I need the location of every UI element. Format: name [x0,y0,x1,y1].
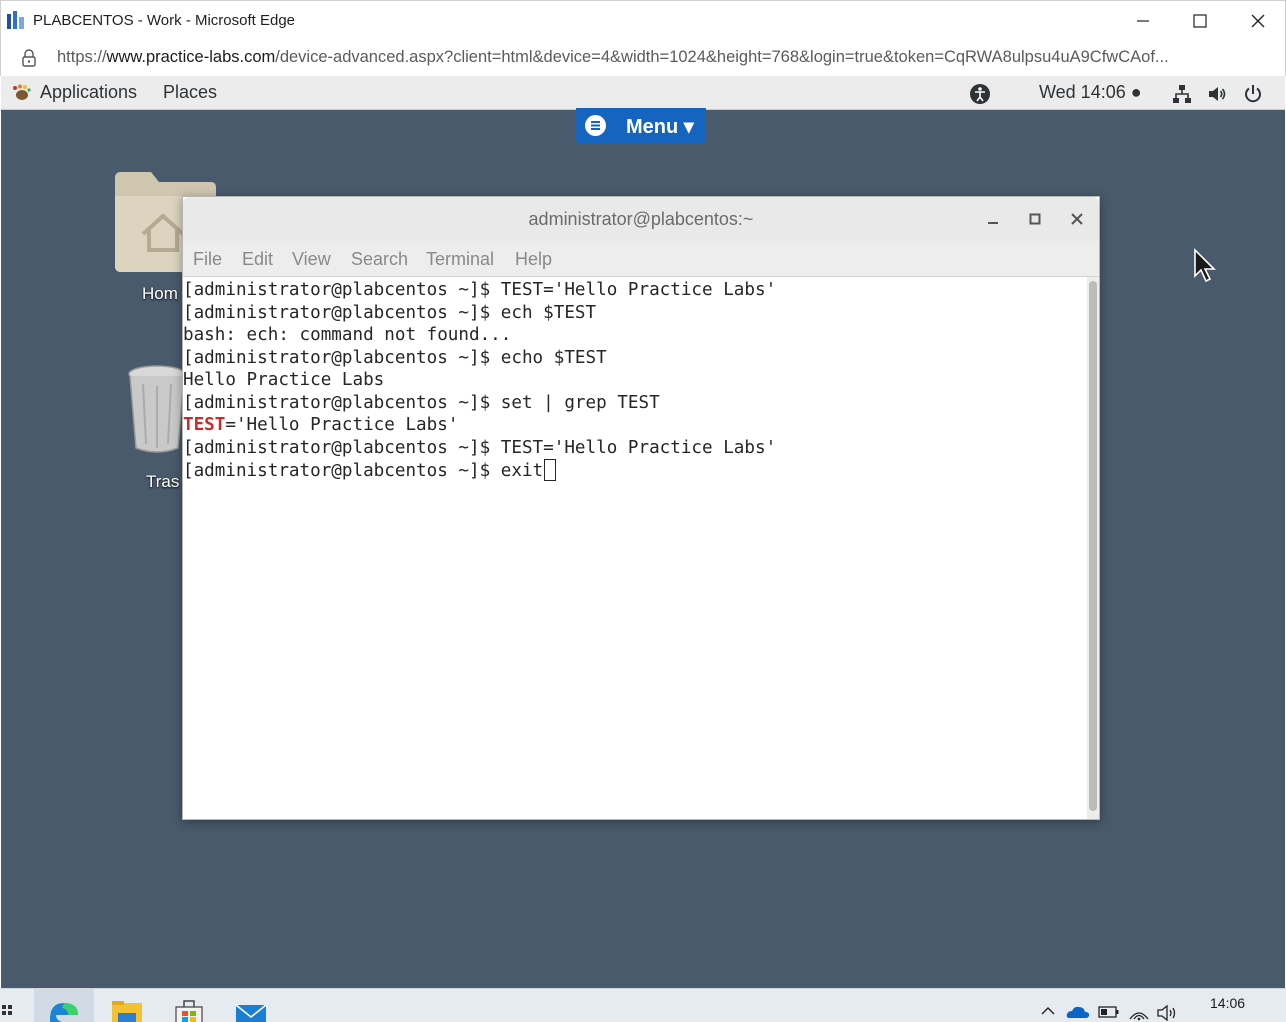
url-path: /device-advanced.aspx?client=html&device… [275,48,1169,66]
address-bar[interactable]: https://www.practice-labs.com/device-adv… [0,40,1286,76]
terminal-prompt-line[interactable]: [administrator@plabcentos ~]$ exit [183,459,1087,482]
taskbar-file-explorer[interactable] [110,989,144,1022]
browser-title-bar: PLABCENTOS - Work - Microsoft Edge [0,0,1286,40]
minimize-button[interactable] [1115,1,1171,41]
terminal-scrollbar[interactable] [1087,277,1099,819]
start-icon [2,1005,12,1015]
home-folder-label[interactable]: Hom [142,284,178,304]
terminal-menubar: File Edit View Search Terminal Help [183,241,1099,277]
store-bag-icon [175,1000,203,1022]
terminal-maximize-icon[interactable] [1027,211,1043,227]
gnome-foot-icon [13,84,31,100]
menu-icon [585,115,606,136]
onedrive-icon[interactable] [1066,1003,1090,1019]
terminal-line: [administrator@plabcentos ~]$ ech $TEST [183,302,597,323]
mouse-pointer-icon [1194,248,1216,283]
terminal-header[interactable]: administrator@plabcentos:~ [183,197,1099,241]
terminal-line: [administrator@plabcentos ~]$ TEST='Hell… [183,437,777,458]
terminal-menu-view[interactable]: View [292,249,331,270]
windows-taskbar: 14:06 [0,988,1286,1022]
close-icon [1251,14,1265,28]
terminal-scrollbar-thumb[interactable] [1089,281,1097,811]
edge-browser-icon [50,1003,78,1022]
remote-desktop[interactable]: Applications Places Wed 14:06 ● Menu ▾ H… [1,76,1285,988]
terminal-minimize-icon[interactable] [985,211,1001,227]
terminal-line: bash: ech: command not found... [183,325,512,345]
taskbar-store[interactable] [172,989,206,1022]
maximize-button[interactable] [1172,1,1228,41]
terminal-menu-edit[interactable]: Edit [242,249,273,270]
folder-icon [112,1001,142,1022]
speaker-icon[interactable] [1156,1003,1180,1021]
terminal-menu-search[interactable]: Search [351,249,408,270]
mail-icon [235,1004,267,1022]
window-title: PLABCENTOS - Work - Microsoft Edge [33,12,296,29]
trash-icon[interactable] [125,364,185,456]
menu-label: Menu ▾ [626,116,694,138]
maximize-icon [1193,14,1207,28]
terminal-line: [administrator@plabcentos ~]$ set | grep… [183,392,660,413]
terminal-window[interactable]: administrator@plabcentos:~ File Edit Vie… [182,196,1100,820]
terminal-current-command: [administrator@plabcentos ~]$ exit [183,461,544,481]
network-icon[interactable] [1171,83,1193,105]
grep-result-rest: ='Hello Practice Labs' [225,415,459,435]
terminal-line: [administrator@plabcentos ~]$ echo $TEST [183,347,607,368]
accessibility-icon[interactable] [969,83,991,105]
terminal-menu-help[interactable]: Help [515,249,552,270]
app-logo-icon [7,11,24,29]
terminal-cursor [544,459,557,481]
grep-match-highlight: TEST [183,415,226,435]
places-menu[interactable]: Places [163,82,217,103]
terminal-menu-file[interactable]: File [193,249,222,270]
minimize-icon [1137,20,1149,22]
lock-icon [22,49,36,67]
terminal-grep-result-line: TEST='Hello Practice Labs' [183,414,1087,437]
close-button[interactable] [1230,1,1286,41]
terminal-close-icon[interactable] [1069,211,1085,227]
terminal-line: [administrator@plabcentos ~]$ TEST='Hell… [183,280,777,300]
url-text[interactable]: https://www.practice-labs.com/device-adv… [57,48,1267,67]
gnome-top-bar: Applications Places Wed 14:06 ● [1,76,1285,110]
battery-icon[interactable] [1098,1005,1120,1019]
remote-menu-button[interactable]: Menu ▾ [576,108,706,143]
url-scheme: https:// [57,48,107,66]
wifi-icon[interactable] [1128,1003,1150,1021]
taskbar-clock[interactable]: 14:06 [1210,995,1245,1011]
terminal-title: administrator@plabcentos:~ [528,209,754,229]
url-host: www.practice-labs.com [106,48,276,66]
volume-icon[interactable] [1206,83,1228,105]
applications-menu[interactable]: Applications [40,82,137,103]
gnome-clock[interactable]: Wed 14:06 ● [1039,82,1142,103]
terminal-menu-terminal[interactable]: Terminal [426,249,494,270]
power-icon[interactable] [1242,83,1264,105]
taskbar-edge[interactable] [34,989,94,1022]
start-button[interactable] [0,989,14,1022]
chevron-up-icon[interactable] [1040,1003,1056,1017]
terminal-line: Hello Practice Labs [183,370,385,390]
terminal-output[interactable]: [administrator@plabcentos ~]$ TEST='Hell… [183,277,1087,819]
taskbar-mail[interactable] [234,989,268,1022]
trash-label[interactable]: Tras [146,472,179,492]
